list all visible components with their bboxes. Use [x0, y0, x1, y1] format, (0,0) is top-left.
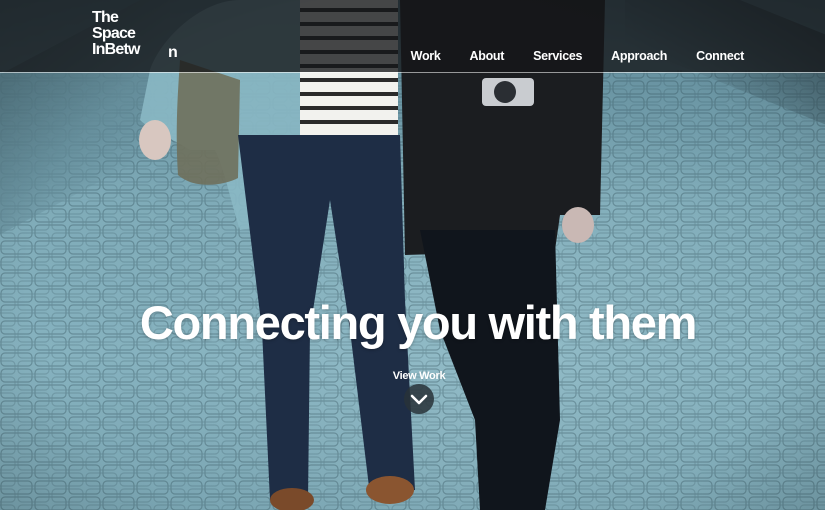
- hero-title: Connecting you with them: [139, 296, 698, 349]
- nav-item-connect[interactable]: Connect: [696, 49, 744, 63]
- nav-item-about[interactable]: About: [470, 49, 505, 63]
- logo-line-1: The: [92, 9, 119, 26]
- vignette-overlay: [0, 0, 825, 510]
- nav-item-services[interactable]: Services: [533, 49, 582, 63]
- logo-line-2: Space: [92, 25, 136, 42]
- logo-line-3: InBetw: [92, 41, 140, 58]
- logo-trailing-letter: n: [168, 44, 178, 61]
- view-work-label: View Work: [392, 370, 446, 382]
- header-divider: [0, 72, 825, 73]
- nav-item-work[interactable]: Work: [411, 49, 441, 63]
- hero-background-photo: [0, 0, 825, 510]
- site-header: The Space InBetw n Work About Services A…: [0, 0, 825, 72]
- site-logo[interactable]: The Space InBetw: [92, 10, 140, 58]
- view-work-button[interactable]: View Work: [369, 370, 469, 414]
- chevron-down-icon[interactable]: [404, 384, 434, 414]
- page: The Space InBetw n Work About Services A…: [0, 0, 825, 510]
- nav-item-approach[interactable]: Approach: [611, 49, 667, 63]
- main-nav: Work About Services Approach Connect: [411, 49, 745, 63]
